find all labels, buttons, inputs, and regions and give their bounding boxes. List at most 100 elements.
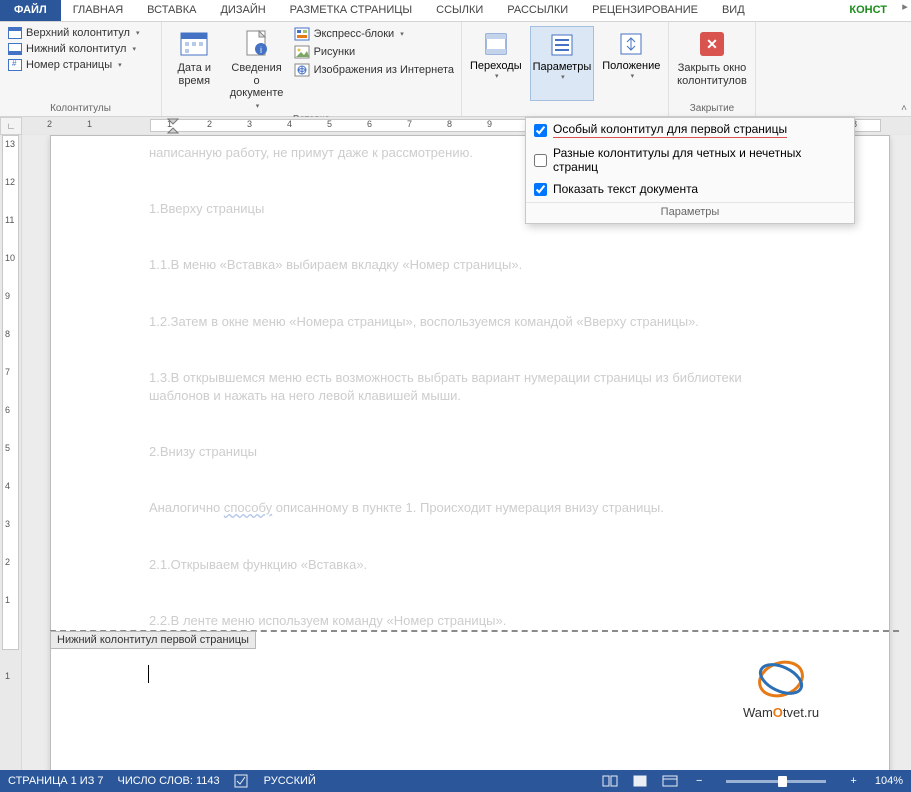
checkbox-odd-even[interactable] [534,154,547,167]
print-layout-icon[interactable] [632,774,648,788]
ruler-tick: 9 [5,291,10,301]
read-mode-icon[interactable] [602,774,618,788]
status-words[interactable]: ЧИСЛО СЛОВ: 1143 [118,775,220,787]
tab-view[interactable]: ВИД [710,0,757,21]
document-area: 131211109876543211 написанную работу, не… [0,135,911,770]
checkbox-show-doc[interactable] [534,183,547,196]
zoom-thumb[interactable] [778,776,787,787]
chevron-down-icon: ▾ [561,73,565,81]
header-icon [8,27,22,39]
doc-paragraph: 1.1.В меню «Вставка» выбираем вкладку «Н… [149,256,791,274]
ruler-tick: 2 [47,119,52,129]
page-number-icon [8,59,22,71]
tab-home[interactable]: ГЛАВНАЯ [61,0,135,21]
chevron-down-icon: ▾ [136,29,140,37]
ruler-tick: 2 [5,557,10,567]
tab-insert[interactable]: ВСТАВКА [135,0,208,21]
option-show-doc-label: Показать текст документа [553,182,698,196]
zoom-value[interactable]: 104% [875,775,903,787]
quick-parts-button[interactable]: Экспресс-блоки ▾ [293,26,455,42]
tab-references[interactable]: ССЫЛКИ [424,0,495,21]
page-number-button[interactable]: Номер страницы ▾ [6,58,141,72]
status-bar: СТРАНИЦА 1 ИЗ 7 ЧИСЛО СЛОВ: 1143 РУССКИЙ… [0,770,911,792]
position-icon [615,28,647,60]
online-pictures-button[interactable]: Изображения из Интернета [293,62,455,78]
tab-review[interactable]: РЕЦЕНЗИРОВАНИЕ [580,0,710,21]
close-header-footer-button[interactable]: ✕ Закрыть окно колонтитулов [675,26,749,101]
ruler-tick: 4 [287,119,292,129]
ruler-tick: 2 [207,119,212,129]
chevron-down-icon: ▾ [400,30,404,38]
doc-info-button[interactable]: i Сведения о документе ▾ [227,26,287,112]
online-pictures-label: Изображения из Интернета [314,64,454,76]
close-label: Закрыть окно колонтитулов [677,62,747,87]
close-icon: ✕ [696,28,728,60]
ruler-tick: 1 [87,119,92,129]
date-time-button[interactable]: Дата и время [168,26,221,112]
ruler-tick: 6 [367,119,372,129]
ribbon-tabs: ФАЙЛ ГЛАВНАЯ ВСТАВКА ДИЗАЙН РАЗМЕТКА СТР… [0,0,911,22]
tab-design[interactable]: ДИЗАЙН [208,0,277,21]
options-icon [546,29,578,61]
header-label: Верхний колонтитул [26,27,130,39]
logo-icon [751,655,811,703]
ruler-tick: 1 [5,595,10,605]
option-odd-even[interactable]: Разные колонтитулы для четных и нечетных… [526,142,854,178]
status-language[interactable]: РУССКИЙ [264,775,316,787]
option-show-doc[interactable]: Показать текст документа [526,178,854,200]
ruler-tick: 3 [247,119,252,129]
navigation-button[interactable]: Переходы ▾ [468,26,524,101]
position-label: Положение [602,60,660,72]
zoom-out-button[interactable]: − [692,775,706,787]
footer-icon [8,43,22,55]
options-button[interactable]: Параметры ▾ [530,26,595,101]
page-viewport[interactable]: написанную работу, не примут даже к расс… [22,135,911,770]
document-info-icon: i [241,28,273,60]
checkbox-first-page[interactable] [534,124,547,137]
options-dropdown-panel: Особый колонтитул для первой страницы Ра… [525,117,855,224]
vertical-ruler[interactable]: 131211109876543211 [0,135,22,770]
doc-paragraph: 1.2.Затем в окне меню «Номера страницы»,… [149,313,791,331]
option-first-page[interactable]: Особый колонтитул для первой страницы [526,118,854,142]
options-panel-footer: Параметры [526,202,854,223]
svg-text:i: i [260,45,262,55]
status-page[interactable]: СТРАНИЦА 1 ИЗ 7 [8,775,104,787]
footer-tag[interactable]: Нижний колонтитул первой страницы [50,631,256,649]
page-number-label: Номер страницы [26,59,112,71]
tab-layout[interactable]: РАЗМЕТКА СТРАНИЦЫ [278,0,424,21]
option-odd-even-label: Разные колонтитулы для четных и нечетных… [553,146,846,174]
ruler-tick: 5 [5,443,10,453]
ruler-tick: 13 [5,139,15,149]
ruler-tick: 1 [5,671,10,681]
ruler-tick: 6 [5,405,10,415]
tab-mailings[interactable]: РАССЫЛКИ [495,0,580,21]
doc-paragraph: 2.1.Открываем функцию «Вставка». [149,556,791,574]
tab-file[interactable]: ФАЙЛ [0,0,61,21]
zoom-slider[interactable] [726,780,826,783]
ribbon: Верхний колонтитул ▾ Нижний колонтитул ▾… [0,22,911,117]
pictures-button[interactable]: Рисунки [293,44,455,60]
web-layout-icon[interactable] [662,774,678,788]
tab-stop-selector[interactable]: ∟ [0,117,22,135]
header-button[interactable]: Верхний колонтитул ▾ [6,26,141,40]
doc-paragraph: Аналогично способу описанному в пункте 1… [149,499,791,517]
ruler-tick: 8 [5,329,10,339]
footer-button[interactable]: Нижний колонтитул ▾ [6,42,141,56]
picture-icon [294,45,310,59]
navigation-label: Переходы [470,60,522,72]
spellcheck-icon[interactable] [234,774,250,788]
position-button[interactable]: Положение ▾ [600,26,662,101]
watermark-logo: WamOtvet.ru [721,655,841,720]
zoom-in-button[interactable]: + [846,775,860,787]
ruler-tick: 11 [5,215,14,225]
chevron-down-icon: ▾ [118,61,122,69]
indent-marker[interactable] [167,118,177,132]
tab-scroll-right[interactable]: ▸ [899,0,911,21]
tab-header-footer-tools[interactable]: КОНСТ [837,0,899,21]
online-picture-icon [294,63,310,77]
ruler-tick: 7 [5,367,10,377]
chevron-down-icon: ▾ [132,45,136,53]
calendar-icon [178,28,210,60]
collapse-ribbon-button[interactable]: ˄ [901,103,907,114]
ruler-tick: 9 [487,119,492,129]
